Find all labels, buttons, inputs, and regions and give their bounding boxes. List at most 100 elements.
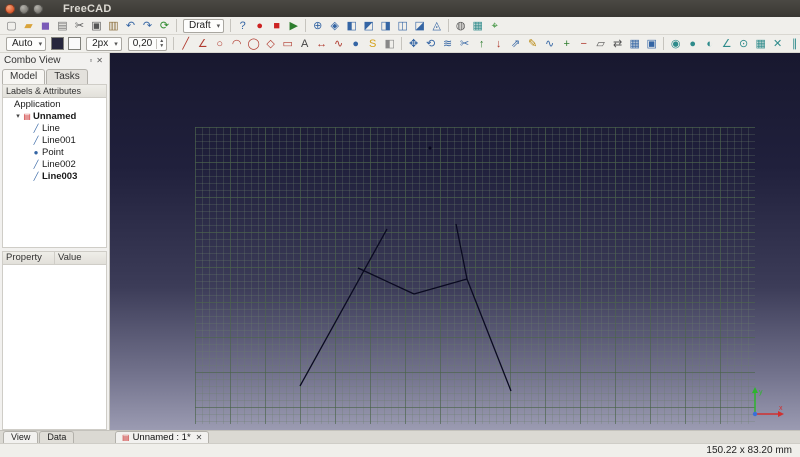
view-top-icon[interactable]: ◩ [360,18,377,34]
draw-style-icon[interactable]: ◍ [452,18,469,34]
value-column-header[interactable]: Value [54,252,106,264]
draft-line-icon[interactable]: ╱ [177,36,194,52]
draft-move-icon[interactable]: ✥ [405,36,422,52]
draft-bspline-icon[interactable]: ∿ [330,36,347,52]
snap-endpoint-icon[interactable]: ● [684,36,701,52]
snap-intersection-icon[interactable]: ✕ [769,36,786,52]
draft-line-3[interactable] [455,223,468,280]
3d-viewport[interactable]: x y [110,53,800,430]
tab-data[interactable]: Data [39,431,75,443]
spinbox-arrows-icon[interactable]: ▲ ▼ [156,38,166,49]
draft-facebinder-icon[interactable]: ◧ [381,36,398,52]
paste-icon[interactable]: ▥ [105,18,122,34]
sketch-lines [299,146,512,392]
view-front-icon[interactable]: ◧ [343,18,360,34]
draft-add-point-icon[interactable]: + [558,36,575,52]
refresh-icon[interactable]: ⟳ [156,18,173,34]
close-icon[interactable]: ✕ [196,433,203,442]
draft-rectangle-icon[interactable]: ▭ [279,36,296,52]
tree-column-header[interactable]: Labels & Attributes [2,84,107,98]
view-rear-icon[interactable]: ◫ [394,18,411,34]
view-isometric-icon[interactable]: ◈ [326,18,343,34]
tree-item-application[interactable]: Application [3,98,106,110]
print-icon[interactable]: ▤ [54,18,71,34]
draft-polygon-icon[interactable]: ◇ [262,36,279,52]
draft-shapestring-icon[interactable]: S [364,36,381,52]
view-bottom-icon[interactable]: ◪ [411,18,428,34]
macro-record-icon[interactable]: ● [251,18,268,34]
minimize-button[interactable] [19,3,29,14]
face-color-swatch[interactable] [51,37,65,50]
tree-item-line[interactable]: ╱ Line [3,122,106,134]
file-save-icon[interactable]: ◼ [37,18,54,34]
redo-icon[interactable]: ↷ [139,18,156,34]
draft-point-icon[interactable]: ● [347,36,364,52]
draft-edit-icon[interactable]: ✎ [524,36,541,52]
undo-icon[interactable]: ↶ [122,18,139,34]
macro-execute-icon[interactable]: ▶ [285,18,302,34]
draft-text-icon[interactable]: A [296,36,313,52]
draft-shape2dview-icon[interactable]: ▱ [592,36,609,52]
tree-item-line003[interactable]: ╱ Line003 [3,170,106,182]
draft-line-4[interactable] [466,278,512,392]
workbench-selector[interactable]: Draft ▾ [183,18,225,33]
tree-item-point[interactable]: ● Point [3,146,106,158]
draft-wire-to-bspline-icon[interactable]: ∿ [541,36,558,52]
draft-line-0[interactable] [299,228,388,387]
line-width-selector[interactable]: 2px ▾ [86,36,122,51]
draft-rotate-icon[interactable]: ⟲ [422,36,439,52]
expander-icon[interactable]: ▾ [14,112,22,120]
line-color-swatch[interactable] [68,37,82,50]
file-new-icon[interactable]: ▢ [3,18,20,34]
draft-clone-icon[interactable]: ▣ [643,36,660,52]
draft-downgrade-icon[interactable]: ↓ [490,36,507,52]
tree-item-line002[interactable]: ╱ Line002 [3,158,106,170]
scale-spinbox[interactable]: 0,20 ▲ ▼ [127,36,168,51]
view-fit-all-icon[interactable]: ⊕ [309,18,326,34]
snap-parallel-icon[interactable]: ∥ [786,36,800,52]
view-left-icon[interactable]: ◬ [428,18,445,34]
draft-wire-icon[interactable]: ∠ [194,36,211,52]
tree-item-line001[interactable]: ╱ Line001 [3,134,106,146]
snap-midpoint-icon[interactable]: ◐ [701,36,718,52]
view-right-icon[interactable]: ◨ [377,18,394,34]
draft-circle-icon[interactable]: ○ [211,36,228,52]
tab-view[interactable]: View [3,431,39,443]
draft-point[interactable] [428,146,432,150]
draft-upgrade-icon[interactable]: ↑ [473,36,490,52]
draft-scale-icon[interactable]: ⇗ [507,36,524,52]
close-button[interactable] [5,3,15,14]
draft-ellipse-icon[interactable]: ◯ [245,36,262,52]
file-open-icon[interactable]: ▰ [20,18,37,34]
snap-angle-icon[interactable]: ∠ [718,36,735,52]
draft-offset-icon[interactable]: ≋ [439,36,456,52]
tree-item-unnamed[interactable]: ▾ ▤ Unnamed [3,110,106,122]
panel-float-icon[interactable]: ▫ [87,56,94,65]
selection-view-icon[interactable]: ▦ [469,18,486,34]
property-table-body[interactable] [2,265,107,430]
draft-trim-icon[interactable]: ✂ [456,36,473,52]
combo-view-panel: Combo View ▫ ✕ Model Tasks Labels & Attr… [0,53,110,430]
draft-delete-point-icon[interactable]: − [575,36,592,52]
tab-tasks[interactable]: Tasks [46,69,88,84]
draft-dimension-icon[interactable]: ↔ [313,36,330,52]
draft-array-icon[interactable]: ▦ [626,36,643,52]
draft-line-2[interactable] [413,278,468,295]
measure-distance-icon[interactable]: ⌖ [486,18,503,34]
draft-autogroup-button[interactable]: Auto ▾ [6,36,47,51]
maximize-button[interactable] [33,3,43,14]
draft-draft2sketch-icon[interactable]: ⇄ [609,36,626,52]
whats-this-icon[interactable]: ? [234,18,251,34]
cut-icon[interactable]: ✂ [71,18,88,34]
draft-line-1[interactable] [357,267,415,295]
panel-close-icon[interactable]: ✕ [94,56,105,65]
snap-grid-icon[interactable]: ▦ [752,36,769,52]
macro-stop-icon[interactable]: ■ [268,18,285,34]
snap-lock-icon[interactable]: ◉ [667,36,684,52]
draft-arc-icon[interactable]: ◠ [228,36,245,52]
tab-model[interactable]: Model [2,69,46,84]
property-column-header[interactable]: Property [3,252,54,264]
snap-center-icon[interactable]: ⊙ [735,36,752,52]
document-tab-unnamed[interactable]: ▤ Unnamed : 1* ✕ [115,431,210,443]
copy-icon[interactable]: ▣ [88,18,105,34]
